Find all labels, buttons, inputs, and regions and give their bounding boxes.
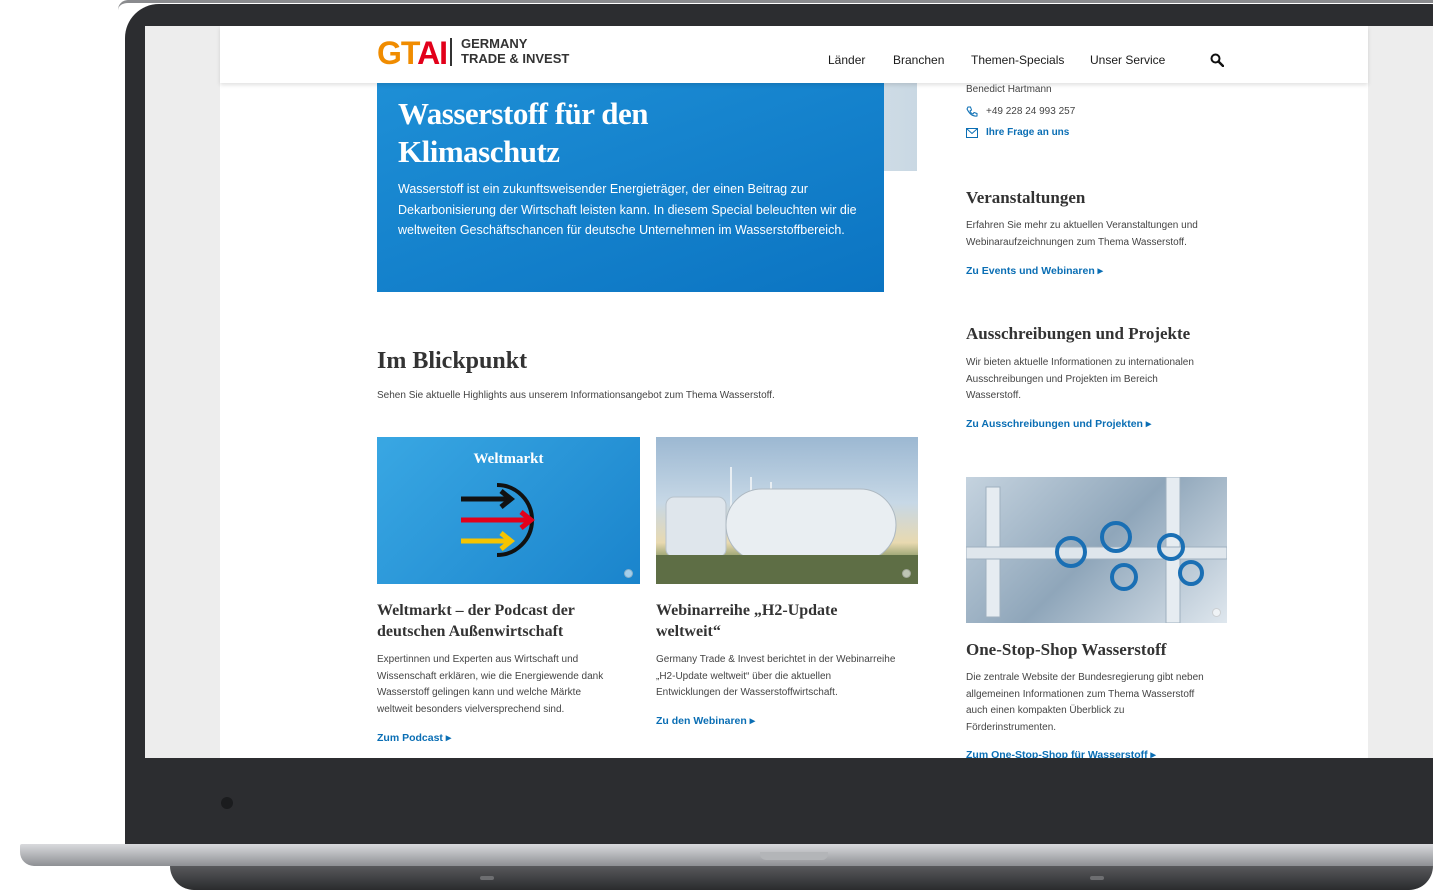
- text-line: Germany Trade & Invest berichtet in der …: [656, 654, 896, 665]
- camera-icon: [221, 797, 233, 809]
- logo-line-1: GERMANY: [461, 36, 528, 51]
- text-line: Die zentrale Website der Bundesregierung…: [966, 672, 1204, 683]
- text-line: Förderinstrumenten.: [966, 721, 1057, 733]
- podcast-card-title[interactable]: Weltmarkt – der Podcast der deutschen Au…: [377, 600, 575, 642]
- events-text: Erfahren Sie mehr zu aktuellen Veranstal…: [966, 218, 1198, 251]
- laptop-notch: [760, 852, 828, 860]
- contact-name: Benedict Hartmann: [966, 84, 1052, 95]
- podcast-link[interactable]: Zum Podcast: [377, 732, 451, 744]
- podcast-card-image[interactable]: Weltmarkt: [377, 437, 640, 584]
- image-dot-icon: [1212, 608, 1221, 617]
- section-subtitle: Sehen Sie aktuelle Highlights aus unsere…: [377, 390, 775, 401]
- mail-icon: [966, 128, 978, 138]
- logo-glyph-t: T: [400, 35, 418, 71]
- laptop-foot: [1090, 876, 1104, 880]
- arrows-icon: [461, 483, 536, 557]
- web-page: GTAI GERMANY TRADE & INVEST Länder Branc…: [220, 26, 1368, 758]
- laptop-screen: GTAI GERMANY TRADE & INVEST Länder Branc…: [145, 26, 1433, 758]
- logo-line-2: TRADE & INVEST: [461, 51, 570, 66]
- webinar-title-line-2: weltweit“: [656, 623, 721, 640]
- tenders-link[interactable]: Zu Ausschreibungen und Projekten: [966, 418, 1151, 430]
- logo-glyph-i: I: [439, 35, 448, 71]
- text-line: allgemeinen Informationen zum Thema Wass…: [966, 688, 1195, 700]
- tenders-text: Wir bieten aktuelle Informationen zu int…: [966, 355, 1194, 405]
- podcast-image-label: Weltmarkt: [473, 451, 544, 467]
- image-dot-icon: [902, 569, 911, 578]
- one-stop-shop-text: Die zentrale Website der Bundesregierung…: [966, 670, 1204, 736]
- text-line: Wasserstoff gelingen kann und welche Mär…: [377, 687, 581, 698]
- valves-illustration: [966, 477, 1227, 623]
- logo-divider: [450, 38, 452, 66]
- text-line: Entwicklungen der Wasserstoffwirtschaft.: [656, 687, 838, 698]
- hero-text: Wasserstoff ist ein zukunftsweisender En…: [398, 182, 857, 237]
- text-line: Wasserstoff.: [966, 390, 1022, 401]
- gtai-logo[interactable]: GTAI: [377, 35, 448, 72]
- text-line: Erfahren Sie mehr zu aktuellen Veranstal…: [966, 220, 1198, 231]
- one-stop-shop-image[interactable]: [966, 477, 1227, 623]
- phone-icon: [966, 106, 978, 117]
- text-line: Expertinnen und Experten aus Wirtschaft …: [377, 654, 579, 665]
- image-dot-icon: [624, 569, 633, 578]
- tenders-title: Ausschreibungen und Projekte: [966, 324, 1191, 343]
- text-line: Wir bieten aktuelle Informationen zu int…: [966, 357, 1194, 368]
- text-line: auch einen kompakten Überblick zu: [966, 705, 1125, 716]
- text-line: weltweit besonders vielversprechend sind…: [377, 703, 565, 715]
- events-link[interactable]: Zu Events und Webinaren: [966, 265, 1103, 277]
- hero-title-line-2: Klimaschutz: [398, 134, 560, 169]
- text-line: Wissenschaft erklären, wie die Energiewe…: [377, 670, 604, 682]
- podcast-title-line-2: deutschen Außenwirtschaft: [377, 623, 564, 640]
- nav-item-unser-service[interactable]: Unser Service: [1090, 53, 1165, 67]
- logo-glyph-g: G: [377, 35, 402, 71]
- one-stop-shop-title: One-Stop-Shop Wasserstoff: [966, 640, 1167, 659]
- podcast-title-line-1: Weltmarkt – der Podcast der: [377, 602, 575, 619]
- webinar-link[interactable]: Zu den Webinaren: [656, 715, 755, 727]
- events-title: Veranstaltungen: [966, 188, 1086, 207]
- section-title-blickpunkt: Im Blickpunkt: [377, 348, 528, 374]
- nav-item-branchen[interactable]: Branchen: [893, 53, 944, 67]
- nav-item-laender[interactable]: Länder: [828, 53, 865, 67]
- text-line: Webinaraufzeichnungen zum Thema Wasserst…: [966, 236, 1187, 248]
- logo-wordmark[interactable]: GERMANY TRADE & INVEST: [461, 36, 569, 66]
- hero-title-line-1: Wasserstoff für den: [398, 96, 648, 131]
- hero-title: Wasserstoff für den Klimaschutz: [398, 95, 863, 171]
- hero-teaser: Wasserstoff für den Klimaschutz Wasserst…: [377, 83, 884, 292]
- hydrogen-tank-illustration: [656, 467, 918, 584]
- nav-item-themen-specials[interactable]: Themen-Specials: [971, 53, 1064, 67]
- contact-question-link[interactable]: Ihre Frage an uns: [986, 127, 1069, 138]
- webinar-card-title[interactable]: Webinarreihe „H2-Update weltweit“: [656, 600, 837, 642]
- top-navbar: GTAI GERMANY TRADE & INVEST Länder Branc…: [220, 26, 1368, 83]
- webinar-title-line-1: Webinarreihe „H2-Update: [656, 602, 838, 619]
- text-line: „H2-Update weltweit“ über die aktuellen: [656, 670, 832, 682]
- webinar-card-text: Germany Trade & Invest berichtet in der …: [656, 652, 895, 702]
- laptop-base-bottom: [170, 866, 1433, 890]
- text-line: Ausschreibungen und Projekten im Bereich: [966, 373, 1158, 385]
- podcast-card-text: Expertinnen und Experten aus Wirtschaft …: [377, 652, 603, 718]
- contact-phone[interactable]: +49 228 24 993 257: [986, 106, 1075, 117]
- one-stop-shop-link[interactable]: Zum One-Stop-Shop für Wasserstoff: [966, 749, 1156, 758]
- search-icon[interactable]: [1210, 53, 1224, 67]
- webinar-card-image[interactable]: [656, 437, 918, 584]
- logo-glyph-a: A: [417, 35, 440, 71]
- laptop-foot: [480, 876, 494, 880]
- laptop-base: [20, 844, 1433, 866]
